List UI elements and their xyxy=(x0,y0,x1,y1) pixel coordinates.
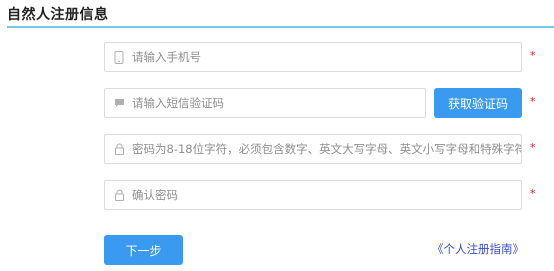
password-required-mark: * xyxy=(530,141,536,154)
confirm-password-field[interactable] xyxy=(104,180,522,210)
lock-icon xyxy=(113,142,125,156)
confirm-password-input[interactable] xyxy=(132,181,521,209)
lock-icon xyxy=(113,188,125,202)
sms-code-input[interactable] xyxy=(132,89,425,117)
title-underline xyxy=(7,26,554,28)
confirm-password-required-mark: * xyxy=(530,187,536,200)
message-icon xyxy=(113,96,125,110)
password-input[interactable] xyxy=(132,135,521,163)
phone-icon xyxy=(113,50,125,64)
page-title: 自然人注册信息 xyxy=(7,7,109,23)
next-step-button[interactable]: 下一步 xyxy=(104,235,183,265)
phone-input[interactable] xyxy=(132,43,521,71)
get-code-button[interactable]: 获取验证码 xyxy=(434,88,522,118)
phone-required-mark: * xyxy=(530,49,536,62)
sms-code-field[interactable] xyxy=(104,88,426,118)
phone-field[interactable] xyxy=(104,42,522,72)
sms-required-mark: * xyxy=(530,95,536,108)
password-field[interactable] xyxy=(104,134,522,164)
registration-guide-link[interactable]: 《个人注册指南》 xyxy=(432,242,524,256)
